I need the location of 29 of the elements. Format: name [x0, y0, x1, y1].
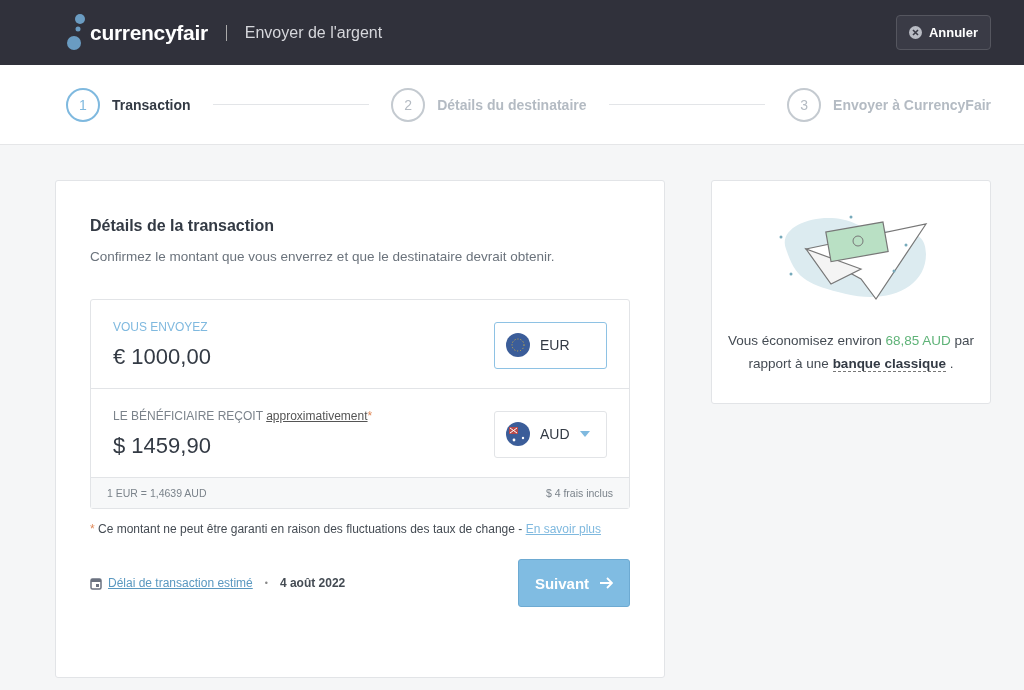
step-indicator: 3 Envoyer à CurrencyFair — [787, 87, 991, 122]
flag-icon — [506, 333, 530, 357]
brand-name: currencyfair — [90, 20, 208, 45]
caret-icon — [579, 431, 590, 437]
section-title: Détails de la transaction — [90, 217, 276, 235]
bank-link[interactable]: banque classique — [832, 356, 946, 372]
close-icon — [908, 26, 922, 39]
section-subtitle: Confirmez le montant que vous enverrez et que le destinataire devrait obtenir. — [90, 249, 556, 264]
separator-dot: • — [264, 578, 268, 588]
receive-amount: $ 1459,90 — [113, 433, 212, 459]
disclaimer-text: * Ce montant ne peut être garanti en raison des fluctuations des taux de change - En savoir plus — [90, 521, 602, 538]
calendar-icon — [90, 576, 102, 590]
delivery-date: 4 août 2022 — [279, 576, 346, 590]
send-label: VOUS ENVOYEZ — [113, 320, 209, 334]
savings-text: Vous économisez environ 68,85 AUD par rapport à une banque classique . — [726, 332, 976, 374]
currency-dropdown[interactable]: AUD — [494, 410, 607, 458]
step-indicator: 2 Détails du destinataire — [391, 87, 587, 122]
flag-icon — [506, 422, 530, 446]
approx-link[interactable]: approximativement — [266, 409, 368, 423]
cancel-button[interactable]: Annuler — [895, 15, 991, 50]
logo-dots-icon — [66, 12, 88, 53]
arrow-right-icon — [599, 577, 614, 589]
fees-text: $ 4 frais inclus — [545, 487, 613, 499]
receive-label: LE BÉNÉFICIAIRE REÇOIT approximativement* — [113, 409, 373, 423]
step-indicator: 1 Transaction — [66, 87, 191, 122]
send-amount: € 1000,00 — [113, 344, 211, 370]
page-title: Envoyer de l'argent — [244, 23, 383, 42]
currency-selector[interactable]: EUR — [494, 321, 607, 369]
exchange-rate: 1 EUR = 1,4639 AUD — [107, 487, 207, 499]
